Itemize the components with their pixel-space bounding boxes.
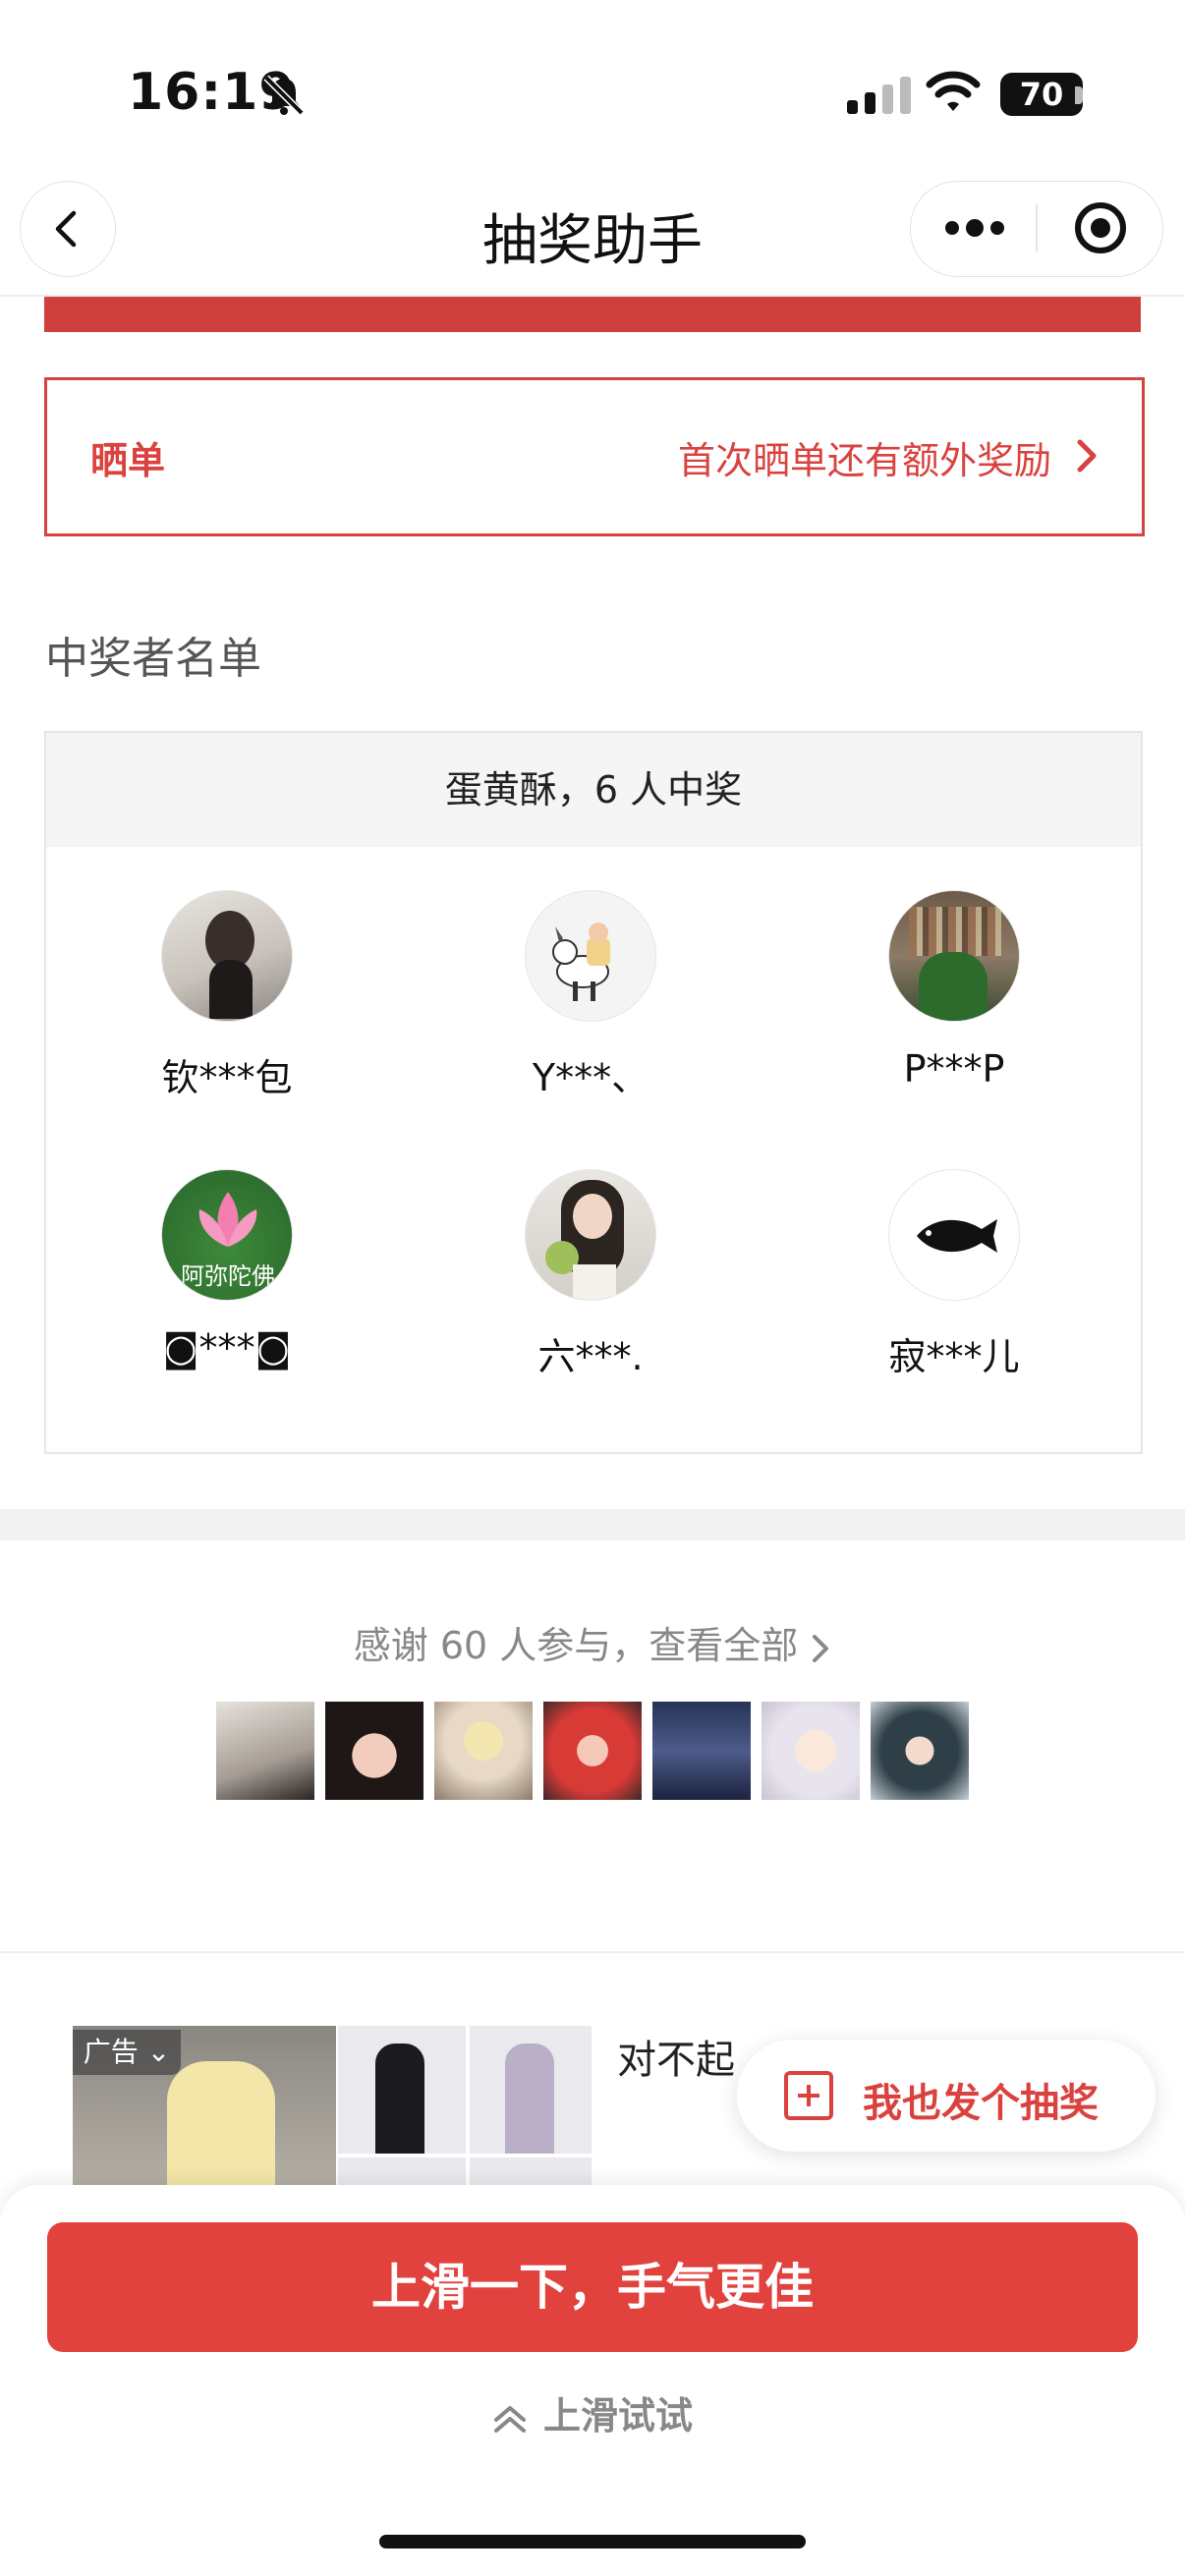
participants-text: 感谢 60 人参与，查看全部 [353, 1624, 799, 1667]
ad-text[interactable]: 对不起 [617, 2028, 735, 2085]
ad-tag-label: 广告 [83, 2036, 139, 2068]
red-banner-bar [44, 297, 1141, 332]
ad-image-tile [338, 2026, 466, 2154]
cellular-signal-icon [847, 77, 918, 114]
wifi-icon [926, 71, 981, 111]
avatar [161, 890, 293, 1022]
winner-item[interactable]: 寂***儿 [807, 1169, 1101, 1380]
participant-avatar [325, 1702, 423, 1800]
close-miniprogram-icon[interactable] [1075, 202, 1126, 253]
winners-section-title: 中奖者名单 [45, 634, 261, 684]
swipe-hint: 上滑试试 [0, 2385, 1185, 2439]
chevron-right-icon [1077, 439, 1097, 473]
winner-name: P***P [903, 1047, 1005, 1091]
winner-item[interactable]: 六***. [443, 1169, 738, 1380]
participant-avatar [652, 1702, 751, 1800]
participant-avatar [871, 1702, 969, 1800]
winner-item[interactable]: 钦***包 [80, 890, 374, 1101]
participant-avatar [543, 1702, 642, 1800]
winner-name: 钦***包 [161, 1056, 293, 1099]
double-chevron-up-icon [493, 2405, 526, 2433]
section-separator [0, 1509, 1185, 1540]
avatar-caption: 阿弥陀佛 [181, 1262, 275, 1290]
more-options-icon[interactable] [945, 216, 1004, 240]
ad-image-tile [470, 2026, 592, 2154]
plus-square-icon [784, 2071, 833, 2120]
avatar [888, 1169, 1020, 1301]
participant-avatar [762, 1702, 860, 1800]
bell-muted-icon [263, 75, 305, 116]
avatar: 阿弥陀佛 [161, 1169, 293, 1301]
ad-shirt-shape [167, 2061, 275, 2193]
participant-avatar [434, 1702, 533, 1800]
avatar [888, 890, 1020, 1022]
winner-name: Y***、 [532, 1056, 649, 1099]
show-order-label: 晒单 [90, 439, 166, 482]
swipe-up-button[interactable]: 上滑一下，手气更佳 [47, 2222, 1138, 2352]
winner-name: 六***. [537, 1335, 644, 1378]
winner-item[interactable]: Y***、 [443, 890, 738, 1101]
battery-icon: 70 [1000, 73, 1083, 116]
winner-name: 寂***儿 [888, 1335, 1020, 1378]
winner-item[interactable]: P***P [807, 890, 1101, 1091]
battery-cap [1075, 86, 1083, 104]
ad-tag[interactable]: 广告 ⌄ [73, 2030, 181, 2075]
winner-item[interactable]: 阿弥陀佛 ◙***◙ [80, 1169, 374, 1370]
show-order-hint[interactable]: 首次晒单还有额外奖励 [678, 430, 1051, 484]
ad-image-grid[interactable] [338, 2026, 592, 2197]
chevron-right-icon [813, 1634, 829, 1662]
participants-link[interactable]: 感谢 60 人参与，查看全部 [0, 1615, 1185, 1669]
avatar [525, 1169, 656, 1301]
participant-avatar [216, 1702, 314, 1800]
divider [0, 1951, 1185, 1953]
create-lottery-label: 我也发个抽奖 [863, 2081, 1099, 2126]
home-indicator[interactable] [379, 2535, 806, 2548]
capsule-divider [1036, 204, 1038, 252]
winner-name: ◙***◙ [162, 1326, 292, 1370]
participant-avatars[interactable] [216, 1702, 969, 1800]
avatar [525, 890, 656, 1022]
swipe-hint-label: 上滑试试 [542, 2394, 693, 2437]
fish-icon [917, 1219, 997, 1253]
winners-header: 蛋黄酥，6 人中奖 [46, 733, 1141, 847]
